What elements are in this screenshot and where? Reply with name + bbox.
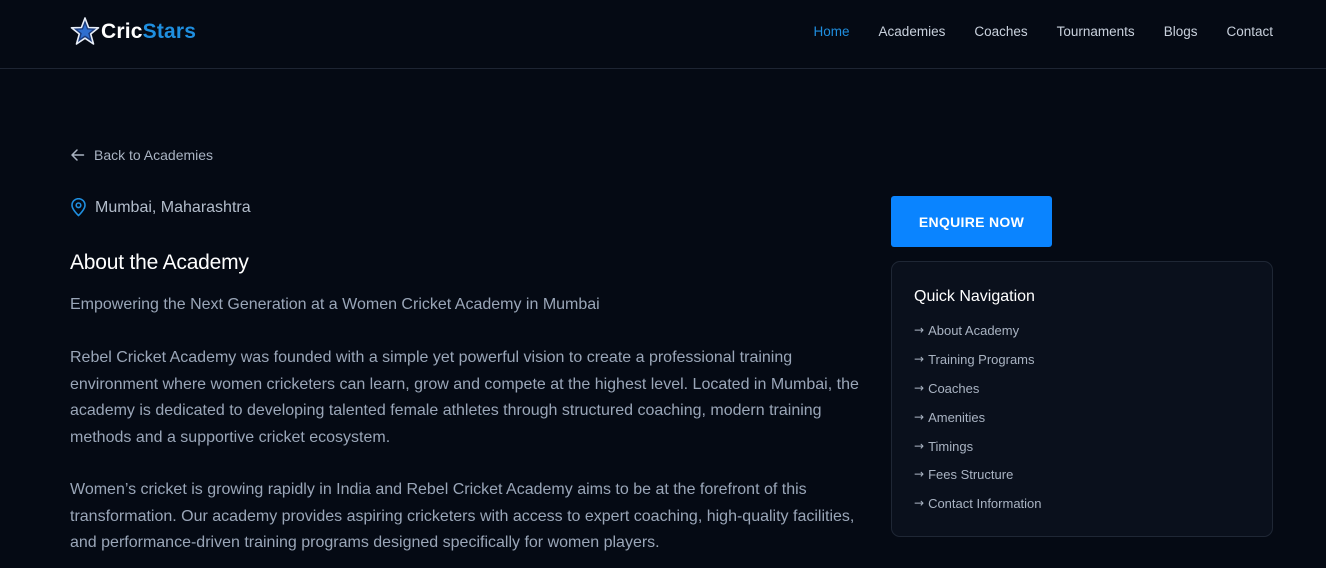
quick-nav-label: Timings: [928, 438, 974, 454]
arrow-right-icon: →: [914, 467, 925, 482]
arrow-right-icon: →: [914, 409, 925, 424]
quick-nav-item-training[interactable]: → Training Programs: [914, 352, 1042, 381]
nav-home[interactable]: Home: [814, 23, 850, 41]
brand-name-part2: Stars: [142, 20, 197, 43]
back-to-academies-link[interactable]: Back to Academies: [70, 147, 213, 163]
quick-nav-label: Fees Structure: [928, 467, 1014, 483]
arrow-right-icon: →: [914, 496, 925, 511]
location-text: Mumbai, Maharashtra: [95, 198, 251, 216]
quick-navigation-panel: Quick Navigation → About Academy → Trainin…: [891, 261, 1273, 537]
quick-nav-item-coaches[interactable]: → Coaches: [914, 381, 1042, 410]
quick-nav-label: Coaches: [928, 380, 980, 396]
nav-coaches[interactable]: Coaches: [974, 23, 1027, 41]
quick-nav-label: Training Programs: [928, 351, 1035, 367]
arrow-right-icon: →: [914, 323, 925, 337]
star-logo-icon: [70, 17, 100, 45]
brand-name: CricStars: [101, 20, 196, 44]
quick-nav-label: Amenities: [928, 409, 986, 425]
nav-blogs[interactable]: Blogs: [1164, 23, 1198, 41]
brand-name-part1: Cric: [101, 20, 143, 43]
quick-nav-item-fees[interactable]: → Fees Structure: [914, 467, 1042, 496]
quick-nav-label: Contact Information: [928, 496, 1042, 512]
quick-nav-item-timings[interactable]: → Timings: [914, 439, 1042, 468]
quick-navigation-list: → About Academy → Training Programs → Coach…: [914, 323, 1042, 525]
about-subtitle: Empowering the Next Generation at a Wome…: [70, 296, 600, 313]
about-heading: About the Academy: [70, 251, 249, 274]
enquire-now-button[interactable]: ENQUIRE NOW: [891, 196, 1052, 247]
about-paragraph-1: Rebel Cricket Academy was founded with a…: [70, 349, 859, 446]
arrow-left-icon: [71, 149, 85, 161]
quick-nav-label: About Academy: [928, 323, 1020, 338]
arrow-right-icon: →: [914, 380, 925, 395]
about-paragraph-2: Women’s cricket is growing rapidly in In…: [70, 481, 855, 551]
quick-nav-item-about[interactable]: → About Academy: [914, 323, 1042, 352]
map-pin-icon: [71, 198, 86, 217]
site-header: CricStars Home Academies Coaches Tournam…: [0, 0, 1326, 69]
site-logo[interactable]: CricStars: [70, 16, 196, 48]
quick-navigation-title: Quick Navigation: [914, 288, 1035, 305]
arrow-right-icon: →: [914, 438, 925, 453]
back-link-label: Back to Academies: [94, 147, 214, 163]
nav-contact[interactable]: Contact: [1226, 23, 1273, 41]
main-nav: Home Academies Coaches Tournaments Blogs…: [785, 23, 1273, 41]
quick-nav-item-contact[interactable]: → Contact Information: [914, 496, 1042, 525]
academy-location: Mumbai, Maharashtra: [70, 198, 251, 217]
quick-nav-item-amenities[interactable]: → Amenities: [914, 410, 1042, 439]
arrow-right-icon: →: [914, 351, 925, 366]
nav-academies[interactable]: Academies: [879, 23, 946, 41]
nav-tournaments[interactable]: Tournaments: [1057, 23, 1135, 41]
